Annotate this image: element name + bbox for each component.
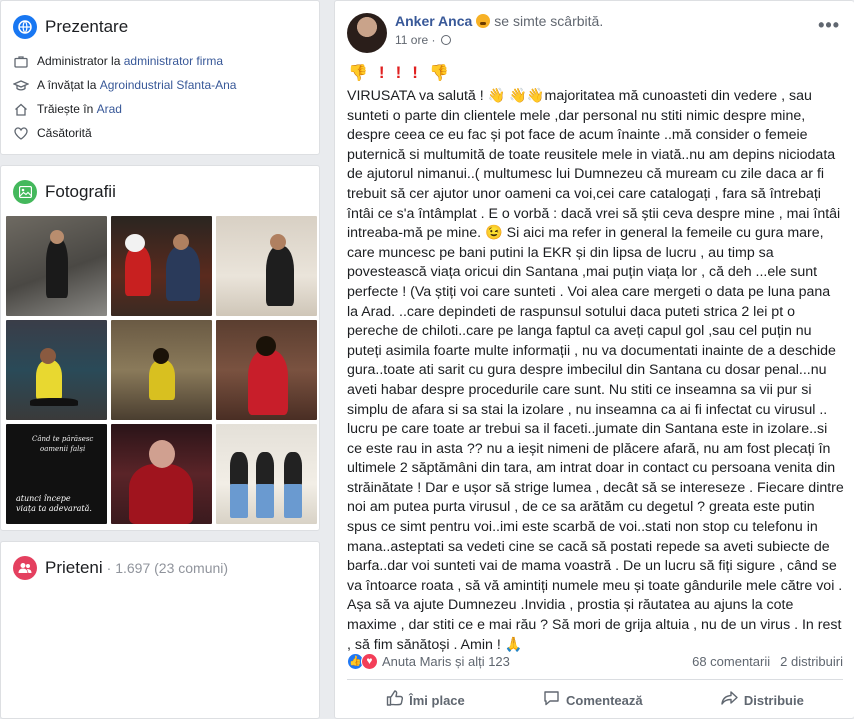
globe-icon — [13, 15, 37, 39]
intro-item-school: A învățat la Agroindustrial Sfanta-Ana — [13, 73, 307, 97]
photo-thumbnail-quote[interactable]: Când te părăsesc oamenii falși atunci în… — [6, 424, 107, 524]
intro-title: Prezentare — [45, 17, 129, 36]
comment-label: Comentează — [566, 692, 643, 708]
photo-thumbnail[interactable] — [216, 320, 317, 420]
intro-card: Prezentare Administrator la administrato… — [0, 0, 320, 155]
share-button[interactable]: Distribuie — [721, 690, 804, 711]
photo-thumbnail[interactable] — [216, 216, 317, 316]
shares-count[interactable]: 2 distribuiri — [780, 654, 843, 669]
thumbs-down-icon: 👎 — [428, 65, 449, 82]
intro-city-prefix: Trăiește în — [37, 102, 94, 116]
exclamation-icon: ! — [395, 63, 402, 82]
exclamation-icon: ! — [412, 63, 418, 82]
briefcase-icon — [13, 53, 29, 69]
intro-city-link[interactable]: Arad — [97, 102, 122, 116]
comment-icon — [543, 690, 560, 711]
intro-school-prefix: A învățat la — [37, 78, 97, 92]
post-body: VIRUSATA va salută ! 👋 👋👋majoritatea mă … — [347, 88, 844, 653]
like-button[interactable]: Îmi place — [386, 689, 465, 711]
photo-thumbnail[interactable] — [111, 424, 212, 524]
intro-item-work: Administrator la administrator firma — [13, 49, 307, 73]
photo-thumbnail[interactable] — [111, 216, 212, 316]
divider — [347, 679, 843, 680]
intro-work-link[interactable]: administrator firma — [124, 54, 223, 68]
post-feeling: se simte scârbită. — [494, 13, 604, 29]
love-reaction-icon[interactable]: ♥ — [361, 653, 378, 670]
intro-item-relationship: Căsătorită — [13, 121, 307, 145]
reactions-bar: 👍 ♥ Anuta Maris și alți 123 68 comentari… — [347, 653, 843, 670]
share-label: Distribuie — [743, 692, 804, 708]
comment-button[interactable]: Comentează — [543, 690, 643, 711]
thumbs-up-icon — [386, 689, 404, 711]
photos-card: Fotografii Când te părăsesc oamenii falș… — [0, 165, 320, 531]
emoji-row: 👎 ! ! ! 👎 — [348, 63, 449, 83]
more-options-icon[interactable]: ••• — [818, 15, 840, 36]
intro-item-city: Trăiește în Arad — [13, 97, 307, 121]
intro-work-prefix: Administrator la — [37, 54, 121, 68]
home-icon — [13, 101, 29, 117]
intro-relationship-text: Căsătorită — [37, 126, 92, 140]
post-author[interactable]: Anker Anca — [395, 13, 472, 29]
photos-title: Fotografii — [45, 182, 116, 201]
like-label: Îmi place — [409, 692, 465, 708]
post-card: Anker Anca se simte scârbită. 11 ore · •… — [334, 0, 854, 719]
reactions-names[interactable]: Anuta Maris și alți 123 — [382, 654, 510, 669]
photo-icon — [13, 180, 37, 204]
share-icon — [721, 690, 738, 711]
quote-bottom-2: viața ta adevarată. — [16, 504, 92, 513]
avatar[interactable] — [347, 13, 387, 53]
heart-icon — [13, 125, 29, 141]
post-actions: Îmi place Comentează Distribuie — [347, 683, 843, 717]
quote-bottom-1: atunci începe — [16, 494, 71, 503]
friends-title[interactable]: Prieteni — [45, 558, 103, 578]
photo-thumbnail[interactable] — [216, 424, 317, 524]
thumbs-down-icon: 👎 — [348, 65, 368, 82]
globe-icon — [441, 35, 452, 45]
exclamation-icon: ! — [378, 63, 385, 82]
friends-card: Prieteni · 1.697 (23 comuni) — [0, 541, 320, 719]
intro-school-link[interactable]: Agroindustrial Sfanta-Ana — [100, 78, 237, 92]
quote-line-2: oamenii falși — [40, 445, 86, 453]
photo-thumbnail[interactable] — [111, 320, 212, 420]
post-time[interactable]: 11 ore · — [395, 33, 435, 47]
comments-count[interactable]: 68 comentarii — [692, 654, 770, 669]
friends-count: · 1.697 (23 comuni) — [106, 560, 229, 576]
photo-grid: Când te părăsesc oamenii falși atunci în… — [6, 216, 318, 524]
quote-line-1: Când te părăsesc — [32, 435, 94, 443]
photo-thumbnail[interactable] — [6, 216, 107, 316]
friends-icon — [13, 556, 37, 580]
photo-thumbnail[interactable] — [6, 320, 107, 420]
disgusted-face-icon — [476, 14, 491, 28]
graduation-cap-icon — [13, 77, 29, 93]
